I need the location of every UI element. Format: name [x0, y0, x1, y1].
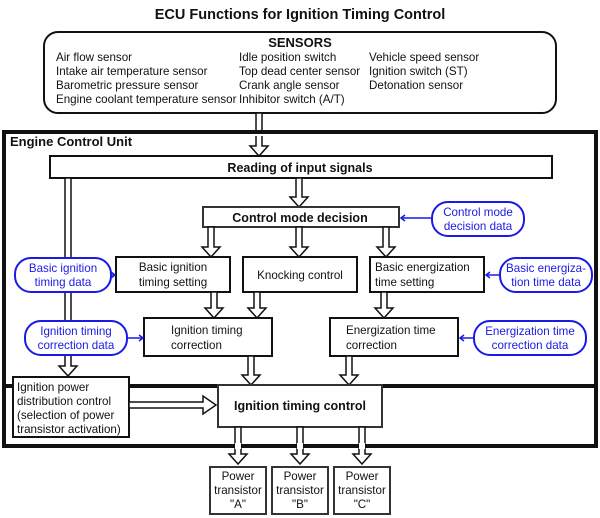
- basic-ignition-label: Basic ignition: [139, 261, 207, 274]
- energization-correction-label: correction: [346, 339, 397, 352]
- ignition-timing-control-label: Ignition timing control: [234, 399, 366, 413]
- basic-ignition-data-label: Basic ignition: [29, 262, 97, 275]
- power-distribution-label: Ignition power: [17, 381, 89, 394]
- sensor-item: Vehicle speed sensor: [369, 51, 479, 64]
- power-distribution-label: distribution control: [17, 395, 111, 408]
- arrow-gap: [235, 443, 241, 449]
- ignition-correction-label: Ignition timing: [171, 324, 243, 337]
- control-mode-data-label: decision data: [444, 220, 513, 233]
- power-distribution-label: transistor activation): [17, 423, 121, 436]
- power-distribution-label: (selection of power: [17, 409, 114, 422]
- basic-energization-data-label: tion time data: [511, 276, 581, 289]
- ignition-correction-data-label: Ignition timing: [40, 325, 112, 338]
- ecu-ignition-diagram: ECU Functions for Ignition Timing Contro…: [2, 7, 598, 515]
- sensor-item: Engine coolant temperature sensor: [56, 93, 237, 106]
- sensor-item: Top dead center sensor: [239, 65, 360, 78]
- arrow-gap: [359, 443, 365, 449]
- ignition-correction-data-label: correction data: [38, 339, 115, 352]
- transistor-label: Power: [346, 470, 379, 483]
- sensors-header: SENSORS: [268, 35, 332, 50]
- basic-energization-label: time setting: [375, 276, 434, 289]
- transistor-label: "C": [354, 498, 371, 511]
- reading-input-label: Reading of input signals: [227, 161, 372, 175]
- sensor-item: Ignition switch (ST): [369, 65, 468, 78]
- basic-ignition-label: timing setting: [139, 276, 207, 289]
- transistor-label: Power: [222, 470, 255, 483]
- sensor-item: Detonation sensor: [369, 79, 463, 92]
- diagram-title: ECU Functions for Ignition Timing Contro…: [155, 7, 446, 23]
- ecu-label: Engine Control Unit: [10, 134, 133, 149]
- transistor-label: "B": [292, 498, 308, 511]
- control-mode-label: Control mode decision: [232, 211, 367, 225]
- power-transistor-b: Power transistor "B": [271, 466, 329, 515]
- sensor-item: Idle position switch: [239, 51, 336, 64]
- sensor-column-3: Vehicle speed sensor Ignition switch (ST…: [369, 51, 479, 92]
- energization-correction-label: Energization time: [346, 324, 436, 337]
- transistor-label: transistor: [214, 484, 262, 497]
- basic-energization-label: Basic energization: [375, 261, 470, 274]
- sensor-item: Barometric pressure sensor: [56, 79, 199, 92]
- basic-ignition-data-label: timing data: [35, 276, 92, 289]
- knocking-control-label: Knocking control: [257, 269, 343, 282]
- transistor-label: "A": [230, 498, 246, 511]
- arrow-gap: [297, 443, 303, 449]
- transistor-label: transistor: [338, 484, 386, 497]
- energization-correction-data-label: Energization time: [485, 325, 575, 338]
- ignition-correction-label: correction: [171, 339, 222, 352]
- power-transistor-c: Power transistor "C": [333, 466, 391, 515]
- sensor-item: Air flow sensor: [56, 51, 132, 64]
- sensor-item: Intake air temperature sensor: [56, 65, 208, 78]
- basic-energization-data-label: Basic energiza-: [506, 262, 586, 275]
- arrow-power-distribution-to-control: [128, 394, 218, 416]
- energization-correction-data-label: correction data: [492, 339, 569, 352]
- sensor-item: Inhibitor switch (A/T): [239, 93, 345, 106]
- power-transistor-a: Power transistor "A": [209, 466, 267, 515]
- sensor-item: Crank angle sensor: [239, 79, 340, 92]
- transistor-label: transistor: [276, 484, 324, 497]
- control-mode-data-label: Control mode: [443, 206, 513, 219]
- transistor-label: Power: [284, 470, 317, 483]
